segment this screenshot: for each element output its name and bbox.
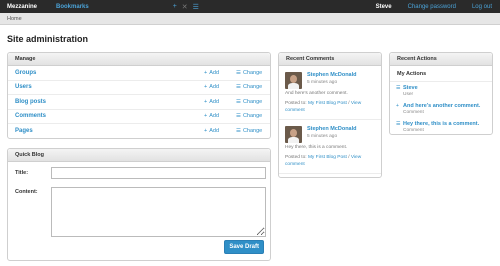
list-icon: ☰ [236, 69, 241, 76]
add-link[interactable]: + Add [204, 113, 236, 119]
avatar [285, 126, 302, 143]
add-link[interactable]: + Add [204, 70, 236, 76]
action-item: ☰ Steve User [390, 82, 492, 100]
post-link[interactable]: My First Blog Post [308, 155, 347, 160]
add-link[interactable]: + Add [204, 99, 236, 105]
change-link[interactable]: ☰ Change [236, 113, 270, 119]
action-type: Comment [403, 128, 424, 133]
action-link[interactable]: And here's another comment. [403, 103, 488, 109]
close-icon[interactable]: ✕ [182, 3, 188, 11]
quick-blog-panel: Quick Blog Title: Content: Save Draft [7, 148, 271, 261]
plus-icon: + [204, 113, 208, 120]
action-item: + And here's another comment. Comment [390, 100, 492, 118]
comment-item: Stephen McDonald 5 minutes ago Hey there, … [279, 120, 381, 174]
manage-row: Pages + Add ☰ Change [8, 124, 270, 139]
comment-posted-to: Posted to: My First Blog Post / View com… [285, 101, 362, 113]
recent-actions-title: Recent Actions [390, 53, 492, 66]
list-icon: ☰ [236, 128, 241, 135]
change-password-link[interactable]: Change password [408, 4, 456, 10]
comment-author-link[interactable]: Stephen McDonald [307, 72, 377, 78]
user-menu: Steve Change password Log out [376, 4, 492, 10]
logout-link[interactable]: Log out [472, 4, 492, 10]
change-link[interactable]: ☰ Change [236, 128, 270, 134]
add-link[interactable]: + Add [204, 84, 236, 90]
username: Steve [375, 3, 392, 10]
plus-icon: + [204, 128, 208, 135]
comment-time: 5 minutes ago [307, 134, 338, 139]
manage-row: Groups + Add ☰ Change [8, 66, 270, 81]
manage-row: Comments + Add ☰ Change [8, 110, 270, 124]
manage-panel-title: Manage [8, 53, 270, 66]
recent-comments-title: Recent Comments [279, 53, 381, 66]
quick-blog-title: Quick Blog [8, 149, 270, 162]
comment-body: And here's another comment. [285, 91, 348, 96]
manage-row: Blog posts + Add ☰ Change [8, 95, 270, 110]
title-label: Title: [15, 170, 29, 176]
model-link[interactable]: Comments [15, 113, 204, 119]
list-icon: ☰ [236, 98, 241, 105]
add-link[interactable]: + Add [204, 128, 236, 134]
change-link[interactable]: ☰ Change [236, 70, 270, 76]
recent-actions-panel: Recent Actions My Actions ☰ Steve User + And… [389, 52, 493, 135]
change-link[interactable]: ☰ Change [236, 84, 270, 90]
list-icon: ☰ [236, 84, 241, 91]
comment-body: Hey there, this is a comment. [285, 145, 348, 150]
action-type: User [403, 92, 414, 97]
model-link[interactable]: Pages [15, 128, 204, 134]
plus-icon: + [204, 98, 208, 105]
avatar [285, 72, 302, 89]
action-link[interactable]: Steve [403, 85, 488, 91]
bookmark-tools: + ✕ ☰ [173, 3, 199, 11]
edit-icon: ☰ [396, 85, 401, 91]
manage-row: Users + Add ☰ Change [8, 81, 270, 95]
list-icon: ☰ [236, 113, 241, 120]
change-link[interactable]: ☰ Change [236, 99, 270, 105]
menu-icon[interactable]: ☰ [193, 3, 199, 11]
content-label: Content: [15, 189, 38, 195]
plus-icon: + [204, 69, 208, 76]
add-icon: + [396, 103, 399, 109]
bookmarks-link[interactable]: Bookmarks [56, 4, 89, 10]
manage-panel: Manage Groups + Add ☰ Change Users + Add ☰ Change… [7, 52, 271, 139]
recent-comments-panel: Recent Comments Stephen McDonald 5 minute… [278, 52, 382, 178]
edit-icon: ☰ [396, 121, 401, 127]
breadcrumb: Home [0, 13, 500, 25]
plus-icon: + [204, 84, 208, 91]
brand-link[interactable]: Mezzanine [7, 4, 37, 10]
action-link[interactable]: Hey there, this is a comment. [403, 121, 488, 127]
post-link[interactable]: My First Blog Post [308, 101, 347, 106]
my-actions-heading: My Actions [390, 66, 492, 82]
model-link[interactable]: Groups [15, 70, 204, 76]
model-link[interactable]: Blog posts [15, 99, 204, 105]
comment-time: 5 minutes ago [307, 80, 338, 85]
save-draft-button[interactable]: Save Draft [224, 240, 264, 254]
comment-item: Stephen McDonald 5 minutes ago And here's … [279, 66, 381, 120]
page-title: Site administration [7, 34, 89, 44]
action-item: ☰ Hey there, this is a comment. Comment [390, 118, 492, 136]
content-textarea[interactable] [51, 187, 266, 237]
title-input[interactable] [51, 167, 266, 179]
top-navbar: Mezzanine Bookmarks + ✕ ☰ Steve Change p… [0, 0, 500, 13]
model-link[interactable]: Users [15, 84, 204, 90]
plus-icon[interactable]: + [173, 3, 177, 11]
comment-author-link[interactable]: Stephen McDonald [307, 126, 377, 132]
action-type: Comment [403, 110, 424, 115]
breadcrumb-home[interactable]: Home [7, 16, 22, 22]
comment-posted-to: Posted to: My First Blog Post / View com… [285, 155, 362, 167]
